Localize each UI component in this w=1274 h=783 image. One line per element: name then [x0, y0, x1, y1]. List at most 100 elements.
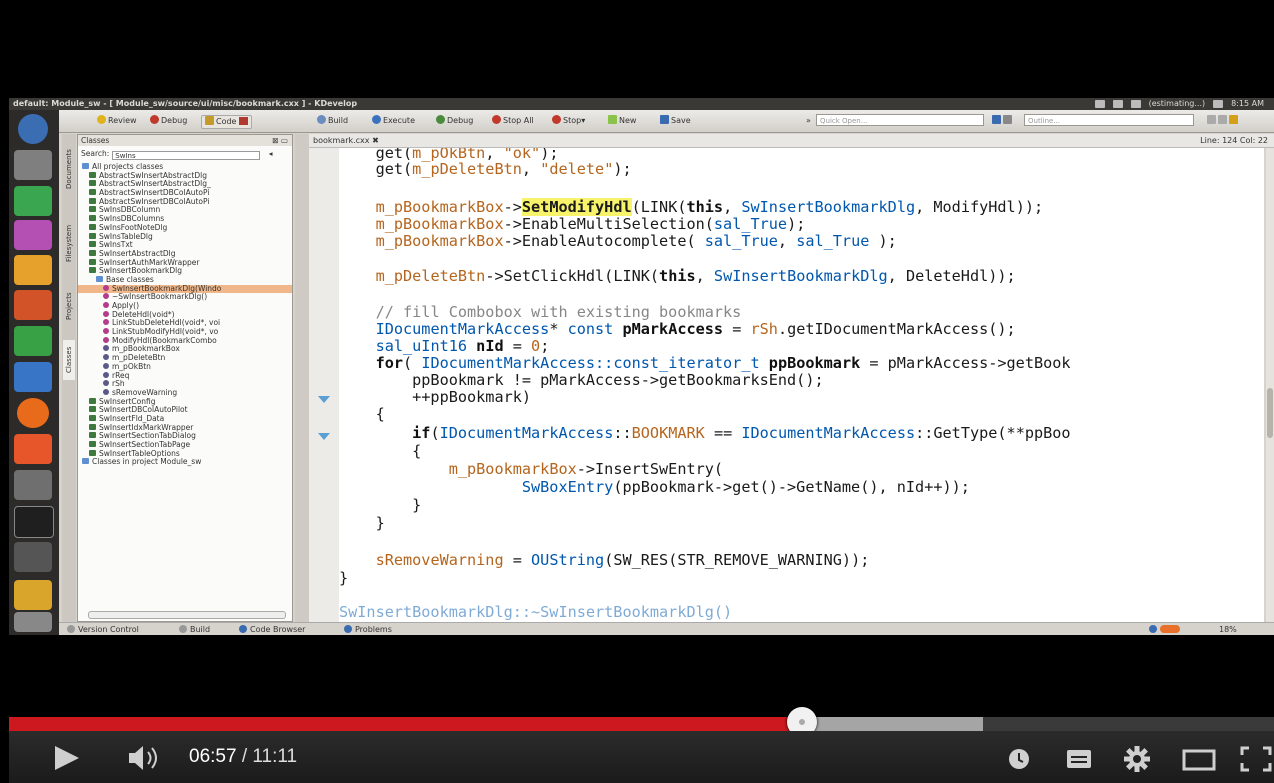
fold-marker-icon[interactable] [318, 396, 330, 403]
code-line: m_pBookmarkBox->InsertSwEntry( [448, 460, 724, 478]
class-tree-item[interactable]: SwInsertSectionTabPage [78, 441, 292, 450]
class-icon [89, 432, 96, 439]
calc-icon[interactable] [14, 326, 52, 356]
execute-button[interactable]: Execute [369, 115, 418, 127]
class-tree-item[interactable]: SwInsTableDlg [78, 232, 292, 242]
class-tree-item[interactable]: LinkStubDeleteHdl(void*, voi [78, 319, 292, 328]
debug-button[interactable]: Debug [433, 115, 476, 127]
class-tree-item[interactable]: SwInsertIdxMarkWrapper [78, 423, 292, 433]
code-area-button[interactable]: Code [201, 115, 253, 129]
close-tab-icon[interactable]: ✖ [372, 136, 379, 145]
stop-all-button[interactable]: Stop All [489, 115, 537, 127]
panel-close-icon[interactable]: ⊠ ▭ [272, 135, 288, 146]
archive-icon[interactable] [14, 580, 52, 610]
class-tree-item[interactable]: AbstractSwInsertAbstractDlg [78, 171, 292, 181]
software-center-icon[interactable] [14, 434, 52, 464]
class-tree-item[interactable]: SwInsertSectionTabDialog [78, 432, 292, 441]
class-tree-item[interactable]: Base classes [78, 275, 292, 285]
writer-icon[interactable] [14, 220, 52, 250]
class-tree-item[interactable]: SwInsDBColumns [78, 215, 292, 224]
class-tree-item[interactable]: SwInsertBookmarkDlg [78, 267, 292, 276]
panel-splitter[interactable] [295, 134, 309, 622]
class-tree-item[interactable]: LinkStubModifyHdl(void*, vo [78, 328, 292, 337]
class-tree-item[interactable]: SwInsertBookmarkDlg(Windo [78, 284, 292, 294]
class-tree-item[interactable]: SwInsertConfig [78, 397, 292, 407]
video-progress-bar[interactable] [9, 707, 1274, 737]
class-tree-item[interactable]: SwInsertDBColAutoPilot [78, 406, 292, 415]
class-tree-item[interactable]: m_pOkBtn [78, 362, 292, 372]
duration: 11:11 [252, 746, 298, 767]
stop-button[interactable]: Stop▾ [549, 115, 588, 127]
class-tree-item[interactable]: SwInsertAuthMarkWrapper [78, 258, 292, 268]
new-button[interactable]: New [605, 115, 639, 127]
projects-tab[interactable]: Projects [63, 284, 75, 328]
class-tree-item[interactable]: SwInsertTableOptions [78, 449, 292, 459]
clear-search-icon[interactable]: ◂ [269, 149, 273, 158]
fullscreen-icon[interactable] [1239, 745, 1273, 773]
class-search-input[interactable]: SwIns [112, 151, 261, 160]
captions-icon[interactable] [1066, 749, 1092, 769]
class-tree-item[interactable]: sRemoveWarning [78, 388, 292, 398]
settings-gear-icon[interactable] [1123, 745, 1151, 773]
class-tree-item[interactable]: DeleteHdl(void*) [78, 310, 292, 320]
class-tree-item[interactable]: AbstractSwInsertAbstractDlg_ [78, 180, 292, 189]
class-tree-item[interactable]: m_pBookmarkBox [78, 345, 292, 354]
trash-icon[interactable] [14, 612, 52, 632]
terminal-icon[interactable] [14, 506, 54, 538]
class-tree-item[interactable]: SwInsertFld_Data [78, 414, 292, 424]
class-tree-item[interactable]: SwInsertAbstractDlg [78, 249, 292, 259]
documents-tab[interactable]: Documents [63, 138, 75, 200]
class-tree-item[interactable]: SwInsFootNoteDlg [78, 223, 292, 233]
build-button[interactable]: Build [314, 115, 351, 127]
fold-marker-icon[interactable] [318, 433, 330, 440]
filesystem-tab[interactable]: Filesystem [63, 214, 75, 272]
dash-home-icon[interactable] [18, 114, 48, 144]
play-icon[interactable] [51, 743, 81, 773]
image-icon[interactable] [14, 255, 52, 285]
class-tree-item[interactable]: Apply() [78, 302, 292, 311]
editor-scrollbar[interactable] [1266, 148, 1274, 622]
class-tree-scrollbar[interactable] [88, 611, 286, 619]
class-tree-item[interactable]: ModifyHdl(BookmarkCombo [78, 336, 292, 346]
save-button[interactable]: Save [657, 115, 694, 127]
video-screen[interactable]: default: Module_sw - [ Module_sw/source/… [9, 98, 1274, 635]
workspace-switcher-icon[interactable] [14, 542, 52, 572]
kdevelop-icon[interactable] [14, 186, 52, 216]
class-tree-item[interactable]: Classes in project Module_sw [78, 458, 292, 467]
settings-icon[interactable] [14, 470, 52, 500]
class-tree-item[interactable]: SwInsDBColumn [78, 206, 292, 215]
impress-icon[interactable] [14, 290, 52, 320]
scrollbar-thumb[interactable] [1267, 388, 1273, 438]
tab-bookmark-cxx[interactable]: bookmark.cxx ✖ [313, 135, 379, 146]
code-line: IDocumentMarkAccess* const pMarkAccess =… [375, 320, 1016, 338]
problems-tab[interactable]: Problems [344, 624, 392, 635]
class-tree-item[interactable]: All projects classes [78, 163, 292, 172]
firefox-icon[interactable] [17, 398, 49, 428]
class-tree-item[interactable]: SwInsTxt [78, 241, 292, 250]
debug-area-button[interactable]: Debug [147, 115, 190, 127]
class-tree-item[interactable]: rReq [78, 371, 292, 381]
outline-input[interactable]: Outline... [1024, 114, 1194, 126]
version-control-tab[interactable]: Version Control [67, 624, 139, 635]
volume-icon[interactable] [127, 744, 171, 772]
classes-tab[interactable]: Classes [63, 340, 75, 380]
class-tree-label: Classes in project Module_sw [92, 458, 202, 467]
class-tree-item[interactable]: rSh [78, 380, 292, 389]
toolbar-extra-buttons[interactable] [1204, 115, 1243, 127]
window-title: default: Module_sw - [ Module_sw/source/… [13, 99, 358, 108]
class-tree-item[interactable]: m_pDeleteBtn [78, 354, 292, 363]
document-viewer-icon[interactable] [14, 362, 52, 392]
class-tree-item[interactable]: AbstractSwInsertDBColAutoPi [78, 197, 292, 207]
quick-open-input[interactable]: Quick Open... [816, 114, 984, 126]
outline-nav-buttons[interactable] [989, 115, 1017, 127]
class-tree-item[interactable]: AbstractSwInsertDBColAutoPi [78, 189, 292, 198]
class-icon [89, 258, 96, 265]
class-tree-item[interactable]: ~SwInsertBookmarkDlg() [78, 293, 292, 302]
theater-mode-icon[interactable] [1182, 749, 1216, 771]
files-icon[interactable] [14, 150, 52, 180]
code-editor[interactable]: get(m_pOkBtn, "ok"); get(m_pDeleteBtn, "… [339, 148, 1264, 622]
review-area-button[interactable]: Review [94, 115, 140, 127]
code-browser-tab[interactable]: Code Browser [239, 624, 305, 635]
watch-later-icon[interactable] [1008, 748, 1030, 770]
build-tab[interactable]: Build [179, 624, 210, 635]
